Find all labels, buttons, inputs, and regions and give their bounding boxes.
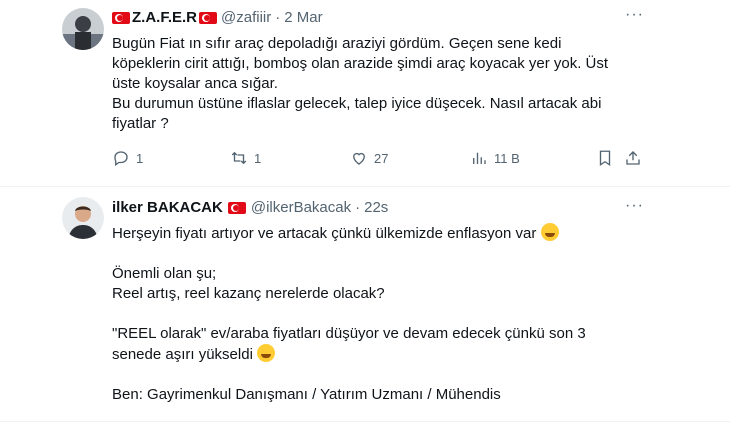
tweet-line xyxy=(112,365,632,385)
tweet-line xyxy=(112,304,632,324)
share-icon xyxy=(626,151,640,165)
timestamp[interactable]: 22s xyxy=(364,199,388,216)
winking-emoji xyxy=(257,344,276,362)
more-options-icon[interactable]: ··· xyxy=(625,6,644,24)
views-count: 11 B xyxy=(494,150,520,166)
display-name[interactable]: Z.A.F.E.R xyxy=(132,9,197,26)
tweet-line: Ben: Gayrimenkul Danışmanı / Yatırım Uzm… xyxy=(112,386,501,403)
avatar[interactable] xyxy=(62,197,104,239)
tweet-line: Bugün Fiat ın sıfır araç depoladığı araz… xyxy=(112,35,562,52)
laughing-emoji xyxy=(540,223,559,241)
separator: · xyxy=(355,199,361,216)
retweet-count: 1 xyxy=(254,150,262,166)
views-icon xyxy=(473,152,486,164)
tweet-line-text: senede aşırı yükseldi xyxy=(112,346,253,363)
tweet-line: senede aşırı yükseldi xyxy=(112,344,632,365)
handle[interactable]: @zafiiir xyxy=(221,9,271,26)
tweet-text: Bugün Fiat ın sıfır araç depoladığı araz… xyxy=(112,34,632,134)
display-name[interactable]: ilker BAKACAK xyxy=(112,199,223,216)
turkish-flag-icon xyxy=(199,11,218,24)
reply-button[interactable]: 1 xyxy=(112,149,143,167)
tweet-line: Önemli olan şu; xyxy=(112,265,217,282)
more-options-icon[interactable]: ··· xyxy=(625,197,644,215)
tweet-line: Herşeyin fiyatı artıyor ve artacak çünkü… xyxy=(112,223,632,244)
tweet-line: fiyatlar ? xyxy=(112,115,169,132)
tweet-line: "REEL olarak" ev/araba fiyatları düşüyor… xyxy=(112,325,586,342)
separator: · xyxy=(275,9,281,26)
bookmark-button[interactable] xyxy=(596,149,614,167)
reply-icon xyxy=(114,151,128,167)
turkish-flag-icon xyxy=(227,201,246,214)
action-bar: 1 1 27 11 B xyxy=(112,149,640,169)
tweet-header: ilker BAKACAK @ilkerBakacak · 22s xyxy=(112,199,388,216)
like-count: 27 xyxy=(374,150,389,166)
views-button[interactable]: 11 B xyxy=(470,149,520,167)
tweet-text: Herşeyin fiyatı artıyor ve artacak çünkü… xyxy=(112,223,632,405)
tweet-line: Bu durumun üstüne iflaslar gelecek, tale… xyxy=(112,95,602,112)
like-button[interactable]: 27 xyxy=(350,149,388,167)
tweet-line: köpeklerin cirit attığı, bomboş olan ara… xyxy=(112,55,609,72)
retweet-icon xyxy=(231,151,247,165)
share-button[interactable] xyxy=(624,149,642,167)
tweet-2[interactable]: ilker BAKACAK @ilkerBakacak · 22s ··· He… xyxy=(0,187,730,422)
tweet-line: üste koysalar anca sığar. xyxy=(112,75,278,92)
tweet-line: Reel artış, reel kazanç nerelerde olacak… xyxy=(112,285,385,302)
like-icon xyxy=(353,152,365,165)
tweet-line-text: Herşeyin fiyatı artıyor ve artacak çünkü… xyxy=(112,225,537,242)
turkish-flag-icon xyxy=(112,11,130,24)
bookmark-icon xyxy=(599,150,611,167)
reply-count: 1 xyxy=(136,150,144,166)
tweet-header: Z.A.F.E.R @zafiiir · 2 Mar xyxy=(112,9,323,26)
handle[interactable]: @ilkerBakacak xyxy=(251,199,351,216)
retweet-button[interactable]: 1 xyxy=(230,149,261,167)
tweet-line xyxy=(112,244,632,264)
tweet-1[interactable]: Z.A.F.E.R @zafiiir · 2 Mar ··· Bugün Fia… xyxy=(0,0,730,187)
timestamp[interactable]: 2 Mar xyxy=(284,9,322,26)
avatar[interactable] xyxy=(62,8,104,50)
